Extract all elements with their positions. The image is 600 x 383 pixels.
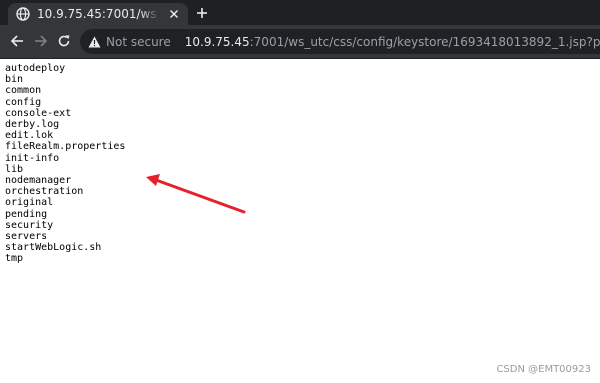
browser-window: 10.9.75.45:7001/ws_utc/css/config/keysto… xyxy=(0,0,600,383)
reload-icon[interactable] xyxy=(56,33,72,49)
listing-item: nodemanager xyxy=(5,175,72,187)
listing-item: init-info xyxy=(5,152,60,164)
tab-title: 10.9.75.45:7001/ws_utc/css/config/keysto… xyxy=(37,7,159,21)
page-content: autodeploy bin common config console-ext derb… xyxy=(0,59,600,383)
listing-item: tmp xyxy=(5,253,24,265)
active-tab[interactable]: 10.9.75.45:7001/ws_utc/css/config/keysto… xyxy=(8,3,188,25)
forward-arrow-icon[interactable] xyxy=(33,33,49,49)
listing-item: security xyxy=(5,219,54,231)
close-icon[interactable] xyxy=(166,6,182,22)
watermark-text: CSDN @EMT00923 xyxy=(496,364,591,375)
listing-item: fileRealm.properties xyxy=(5,141,126,153)
directory-listing: autodeploy bin common config console-ext derb… xyxy=(5,63,125,265)
listing-item: bin xyxy=(5,74,24,86)
globe-icon xyxy=(15,6,31,22)
listing-item: pending xyxy=(5,208,48,220)
listing-item: edit.lok xyxy=(5,130,54,142)
listing-item: console-ext xyxy=(5,107,72,119)
url-path: :7001/ws_utc/css/config/keystore/1693418… xyxy=(249,34,600,49)
tab-strip: 10.9.75.45:7001/ws_utc/css/config/keysto… xyxy=(0,0,600,25)
listing-item: original xyxy=(5,197,54,209)
warning-triangle-icon[interactable] xyxy=(88,35,101,49)
listing-item: common xyxy=(5,85,42,97)
back-arrow-icon[interactable] xyxy=(9,33,25,49)
browser-toolbar: Not secure 10.9.75.45:7001/ws_utc/css/co… xyxy=(0,25,600,59)
listing-item: startWebLogic.sh xyxy=(5,242,102,254)
url-host: 10.9.75.45 xyxy=(184,34,250,49)
new-tab-plus-icon[interactable] xyxy=(193,4,211,22)
listing-item: lib xyxy=(5,163,24,175)
listing-item: autodeploy xyxy=(5,63,66,74)
listing-item: config xyxy=(5,96,42,108)
listing-item: servers xyxy=(5,231,48,243)
listing-item: orchestration xyxy=(5,186,84,198)
listing-item: derby.log xyxy=(5,119,60,131)
security-label[interactable]: Not secure xyxy=(106,35,171,49)
address-bar[interactable]: Not secure 10.9.75.45:7001/ws_utc/css/co… xyxy=(80,29,600,54)
